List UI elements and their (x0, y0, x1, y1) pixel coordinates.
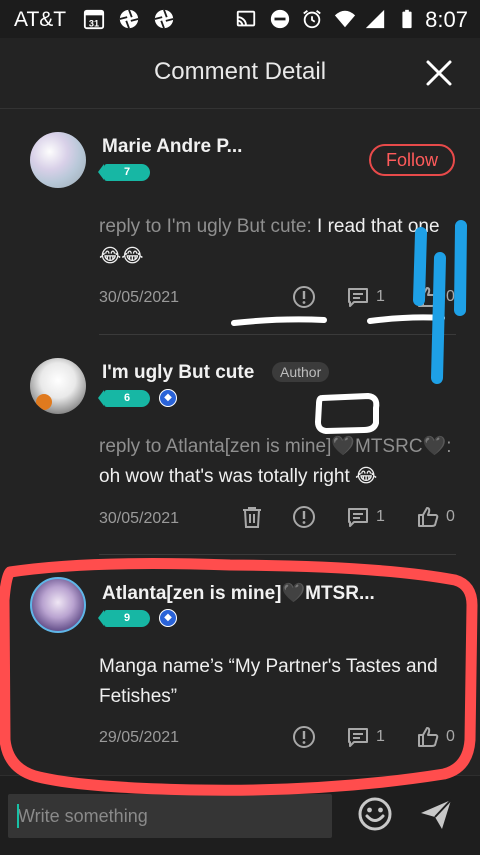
level-badge: 6 (98, 390, 150, 407)
username[interactable]: I'm ugly But cute (102, 362, 254, 384)
reply-button[interactable]: 1 (346, 285, 396, 309)
like-count: 0 (446, 288, 455, 305)
like-button[interactable]: 0 (416, 725, 466, 749)
aperture-icon (119, 9, 139, 29)
comment-message: Manga name’s “My Partner's Tastes and Fe… (99, 656, 438, 707)
status-bar: AT&T 31 8:07 (0, 0, 480, 38)
author-tag: Author (272, 362, 330, 382)
like-count: 0 (446, 728, 455, 745)
comment-item: I'm ugly But cute Author 6 ◆ reply to At… (0, 334, 480, 555)
comment-text: Manga name’s “My Partner's Tastes and Fe… (99, 652, 459, 712)
cast-icon (236, 10, 256, 27)
clock: 8:07 (425, 7, 468, 32)
trash-icon (243, 507, 261, 528)
thumbs-up-icon (418, 507, 439, 527)
comment-icon (348, 508, 368, 527)
like-button[interactable]: 0 (416, 285, 466, 309)
comment-item: Atlanta[zen is mine]🖤MTSR... 9 ◆ Manga n… (0, 555, 480, 775)
level-badge: 9 (98, 610, 150, 627)
aperture-icon (154, 9, 174, 29)
reply-button[interactable]: 1 (346, 505, 396, 529)
signal-icon (365, 9, 385, 29)
verified-badge-icon: ◆ (159, 609, 177, 627)
reply-prefix[interactable]: reply to I'm ugly But cute: (99, 216, 312, 237)
comment-input[interactable] (8, 794, 332, 838)
report-icon (293, 506, 315, 528)
username[interactable]: Atlanta[zen is mine]🖤MTSR... (102, 581, 375, 605)
level-badge: 7 (98, 164, 150, 181)
reply-count: 1 (376, 508, 385, 525)
report-icon (293, 726, 315, 748)
emoji-icon[interactable] (357, 796, 393, 832)
page-title: Comment Detail (153, 58, 327, 85)
reply-count: 1 (376, 288, 385, 305)
comment-date: 29/05/2021 (99, 729, 180, 746)
thumbs-up-icon (418, 287, 439, 307)
reply-button[interactable]: 1 (346, 725, 396, 749)
comment-text: reply to Atlanta[zen is mine]🖤MTSRC🖤: oh… (99, 432, 459, 492)
avatar[interactable] (30, 577, 86, 633)
comment-icon (348, 288, 368, 307)
app-header: Comment Detail (0, 38, 480, 109)
report-button[interactable] (292, 285, 318, 309)
calendar-icon: 31 (83, 9, 105, 30)
like-count: 0 (446, 508, 455, 525)
username[interactable]: Marie Andre P... (102, 136, 242, 158)
comment-text: reply to I'm ugly But cute: I read that … (99, 212, 459, 272)
do-not-disturb-icon (270, 9, 290, 29)
svg-text:31: 31 (89, 18, 99, 28)
comment-date: 30/05/2021 (99, 510, 180, 527)
report-button[interactable] (292, 725, 318, 749)
send-icon[interactable] (418, 796, 454, 832)
alarm-icon (303, 10, 321, 29)
comment-icon (348, 728, 368, 747)
battery-icon (402, 9, 412, 29)
carrier-label: AT&T (14, 8, 67, 31)
avatar[interactable] (30, 132, 86, 188)
reply-count: 1 (376, 728, 385, 745)
pumpkin-icon (36, 394, 52, 410)
delete-button[interactable] (240, 505, 266, 529)
verified-badge-icon: ◆ (159, 389, 177, 407)
comment-composer (0, 775, 480, 855)
close-icon[interactable] (424, 58, 454, 88)
like-button[interactable]: 0 (416, 505, 466, 529)
report-button[interactable] (292, 505, 318, 529)
text-cursor (17, 804, 19, 828)
thumbs-up-icon (418, 727, 439, 747)
comment-message: oh wow that's was totally right 😂 (99, 466, 378, 487)
reply-prefix[interactable]: reply to Atlanta[zen is mine]🖤MTSRC🖤: (99, 436, 451, 457)
report-icon (293, 286, 315, 308)
comment-item: Marie Andre P... 7 Follow reply to I'm u… (0, 108, 480, 335)
comment-date: 30/05/2021 (99, 289, 180, 306)
avatar[interactable] (30, 358, 86, 414)
follow-button[interactable]: Follow (369, 144, 455, 176)
wifi-icon (334, 10, 356, 28)
